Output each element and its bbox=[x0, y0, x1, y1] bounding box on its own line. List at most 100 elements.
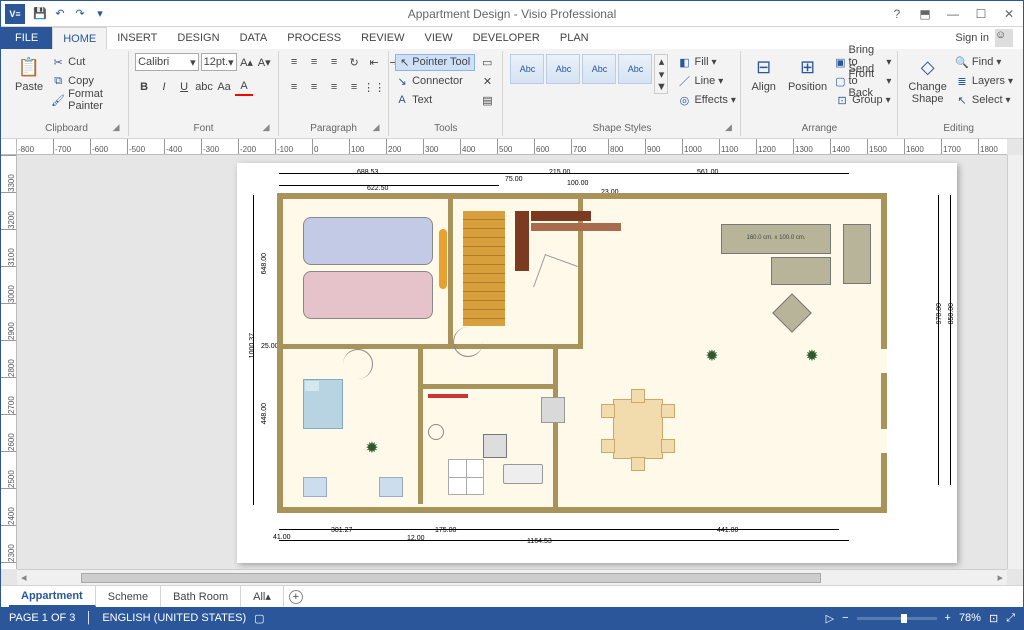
vertical-scrollbar[interactable] bbox=[1007, 155, 1023, 569]
style-swatch[interactable]: Abc bbox=[546, 54, 580, 84]
find-button[interactable]: 🔍Find ▾ bbox=[955, 53, 1013, 71]
window-shape[interactable] bbox=[881, 429, 887, 453]
tab-review[interactable]: REVIEW bbox=[351, 27, 414, 49]
style-swatch[interactable]: Abc bbox=[510, 54, 544, 84]
add-page-button[interactable]: + bbox=[284, 586, 308, 607]
nightstand-shape[interactable] bbox=[379, 477, 403, 497]
redo-icon[interactable]: ↷ bbox=[71, 5, 89, 23]
gallery-up-icon[interactable]: ▴ bbox=[655, 55, 667, 68]
door-shape[interactable] bbox=[343, 349, 373, 379]
full-screen-icon[interactable]: ⤢ bbox=[1006, 612, 1015, 625]
fill-button[interactable]: ◧Fill ▾ bbox=[677, 53, 735, 71]
tab-process[interactable]: PROCESS bbox=[277, 27, 351, 49]
style-swatch[interactable]: Abc bbox=[582, 54, 616, 84]
dining-table-shape[interactable] bbox=[613, 399, 663, 459]
chair-shape[interactable] bbox=[631, 457, 645, 471]
format-painter-button[interactable]: 🖌Format Painter bbox=[51, 91, 122, 109]
door-arc[interactable] bbox=[533, 254, 578, 299]
send-back-button[interactable]: ▢Send to Back ▾ bbox=[835, 72, 891, 90]
interior-wall[interactable] bbox=[418, 384, 558, 389]
sofa-shape[interactable]: 160.0 cm. x 100.0 cm. bbox=[721, 224, 831, 254]
fridge-shape[interactable] bbox=[541, 397, 565, 423]
interior-wall[interactable] bbox=[448, 199, 453, 344]
dialog-launcher-icon[interactable]: ◢ bbox=[110, 121, 122, 133]
text-tool-button[interactable]: AText▤ bbox=[395, 91, 496, 109]
chair-shape[interactable] bbox=[601, 404, 615, 418]
justify-button[interactable]: ≡ bbox=[345, 78, 363, 96]
tab-developer[interactable]: DEVELOPER bbox=[463, 27, 550, 49]
shelf-shape[interactable] bbox=[531, 211, 591, 221]
car-shape[interactable] bbox=[303, 217, 433, 265]
presentation-mode-icon[interactable]: ▷ bbox=[826, 612, 834, 625]
sofa-shape[interactable] bbox=[771, 257, 831, 285]
shape-style-gallery[interactable]: Abc Abc Abc Abc ▴▾▼ bbox=[509, 53, 669, 95]
tab-view[interactable]: VIEW bbox=[414, 27, 462, 49]
save-icon[interactable]: 💾 bbox=[31, 5, 49, 23]
canvas[interactable]: 688.53 75.00 215.00 561.00 622.50 100.00… bbox=[17, 155, 1007, 569]
car-shape[interactable] bbox=[303, 271, 433, 319]
chair-shape[interactable] bbox=[661, 439, 675, 453]
dialog-launcher-icon[interactable]: ◢ bbox=[722, 121, 734, 133]
case-button[interactable]: Aa bbox=[215, 78, 233, 96]
align-button[interactable]: ⊟Align bbox=[747, 53, 779, 95]
chair-shape[interactable] bbox=[661, 404, 675, 418]
pillow-shape[interactable] bbox=[305, 381, 319, 391]
line-button[interactable]: ／Line ▾ bbox=[677, 72, 735, 90]
page-tab-all[interactable]: All ▴ bbox=[241, 586, 284, 607]
nightstand-shape[interactable] bbox=[303, 477, 327, 497]
zoom-out-button[interactable]: − bbox=[842, 612, 848, 624]
minimize-icon[interactable]: ― bbox=[939, 3, 967, 25]
align-top-button[interactable]: ≡ bbox=[285, 53, 303, 71]
macro-record-icon[interactable]: ▢ bbox=[254, 612, 264, 625]
interior-wall[interactable] bbox=[553, 349, 558, 509]
dialog-launcher-icon[interactable]: ◢ bbox=[370, 121, 382, 133]
shelf-shape[interactable] bbox=[531, 223, 621, 231]
stove-shape[interactable] bbox=[483, 434, 507, 458]
cut-button[interactable]: ✂Cut bbox=[51, 53, 122, 71]
gallery-more-icon[interactable]: ▼ bbox=[655, 81, 667, 93]
scrollbar-thumb[interactable] bbox=[81, 573, 821, 583]
align-bot-button[interactable]: ≡ bbox=[325, 53, 343, 71]
pillar-shape[interactable] bbox=[439, 229, 447, 289]
style-swatch[interactable]: Abc bbox=[618, 54, 652, 84]
page-tab[interactable]: Scheme bbox=[96, 586, 161, 607]
align-center-button[interactable]: ≡ bbox=[305, 78, 323, 96]
orientation-button[interactable]: ↻ bbox=[345, 53, 363, 71]
zoom-slider[interactable] bbox=[857, 617, 937, 620]
floor-plan[interactable]: 688.53 75.00 215.00 561.00 622.50 100.00… bbox=[267, 183, 927, 533]
dialog-launcher-icon[interactable]: ◢ bbox=[260, 121, 272, 133]
rectangle-tool-button[interactable]: ▭ bbox=[478, 53, 496, 71]
door-shape[interactable] bbox=[453, 327, 483, 357]
pointer-tool-button[interactable]: ↖Pointer Tool bbox=[395, 54, 475, 71]
font-family-select[interactable]: Calibri▾ bbox=[135, 53, 199, 71]
italic-button[interactable]: I bbox=[155, 78, 173, 96]
help-icon[interactable]: ? bbox=[883, 3, 911, 25]
font-color-button[interactable]: A bbox=[235, 78, 253, 96]
select-button[interactable]: ↖Select ▾ bbox=[955, 91, 1013, 109]
connection-point-icon[interactable]: ✕ bbox=[478, 72, 496, 90]
counter-shape[interactable] bbox=[428, 394, 468, 398]
sink-shape[interactable] bbox=[503, 464, 543, 484]
tab-file[interactable]: FILE bbox=[1, 27, 52, 49]
tab-plan[interactable]: PLAN bbox=[550, 27, 599, 49]
page-indicator[interactable]: PAGE 1 OF 3 bbox=[9, 612, 75, 624]
underline-button[interactable]: U bbox=[175, 78, 193, 96]
sofa-shape[interactable] bbox=[843, 224, 871, 284]
change-shape-button[interactable]: ◇Change Shape bbox=[904, 53, 951, 107]
chair-shape[interactable] bbox=[631, 389, 645, 403]
staircase-shape[interactable] bbox=[463, 211, 505, 326]
fit-page-icon[interactable]: ⊡ bbox=[989, 612, 998, 625]
drawing-page[interactable]: 688.53 75.00 215.00 561.00 622.50 100.00… bbox=[237, 163, 957, 563]
tab-home[interactable]: HOME bbox=[52, 27, 107, 49]
plant-shape[interactable]: ✹ bbox=[803, 347, 821, 365]
signin-link[interactable]: Sign in ☺ bbox=[945, 27, 1023, 49]
undo-icon[interactable]: ↶ bbox=[51, 5, 69, 23]
page-tab[interactable]: Appartment bbox=[9, 586, 96, 607]
language-indicator[interactable]: ENGLISH (UNITED STATES) bbox=[102, 612, 246, 624]
counter-shape[interactable] bbox=[448, 459, 484, 495]
horizontal-scrollbar[interactable]: ◂ ▸ bbox=[17, 569, 1007, 585]
plant-shape[interactable]: ✹ bbox=[363, 439, 381, 457]
align-left-button[interactable]: ≡ bbox=[285, 78, 303, 96]
ribbon-collapse-icon[interactable]: ⬒ bbox=[911, 3, 939, 25]
interior-wall[interactable] bbox=[418, 349, 423, 504]
